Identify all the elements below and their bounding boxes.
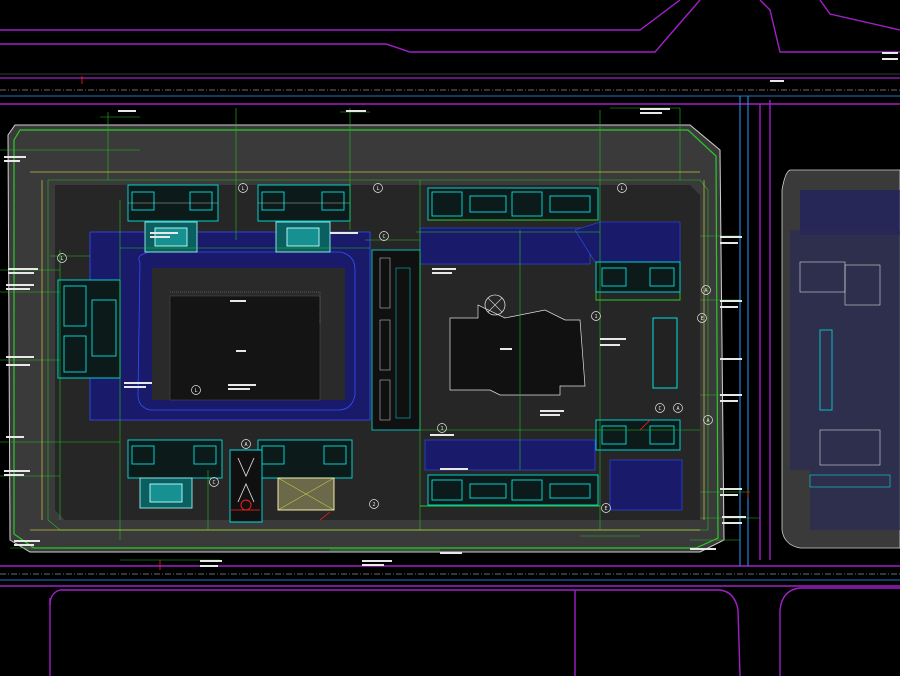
right-paving-strip-bottom bbox=[424, 439, 596, 471]
axis-marker-label: A bbox=[676, 406, 679, 412]
unit-right-lower bbox=[595, 419, 681, 451]
axis-marker-label: 1 bbox=[440, 426, 443, 432]
neighbor-parcel bbox=[781, 169, 900, 549]
entrance-gate bbox=[229, 449, 263, 523]
building-left-side bbox=[57, 279, 121, 379]
slab-bottom-right bbox=[420, 474, 600, 507]
cad-site-plan: L L L L C A A C A E E A C L 1 1 2 bbox=[0, 0, 900, 676]
axis-marker-label: 2 bbox=[372, 502, 375, 508]
axis-marker-label: L bbox=[241, 186, 244, 192]
axis-marker-label: C bbox=[658, 406, 661, 412]
axis-marker-label: E bbox=[604, 506, 607, 512]
axis-marker-label: 1 bbox=[594, 314, 597, 320]
axis-marker-label: L bbox=[620, 186, 623, 192]
pool bbox=[652, 317, 678, 389]
axis-marker-label: C bbox=[212, 480, 215, 486]
right-paving-strip-top bbox=[419, 227, 591, 265]
axis-marker-label: A bbox=[706, 418, 709, 424]
axis-marker-label: L bbox=[60, 256, 63, 262]
axis-marker-label: A bbox=[704, 288, 707, 294]
axis-marker-label: A bbox=[244, 442, 247, 448]
axis-marker-label: E bbox=[700, 316, 703, 322]
axis-marker-label: L bbox=[194, 388, 197, 394]
axis-marker-label: L bbox=[376, 186, 379, 192]
axis-marker-label: C bbox=[382, 234, 385, 240]
